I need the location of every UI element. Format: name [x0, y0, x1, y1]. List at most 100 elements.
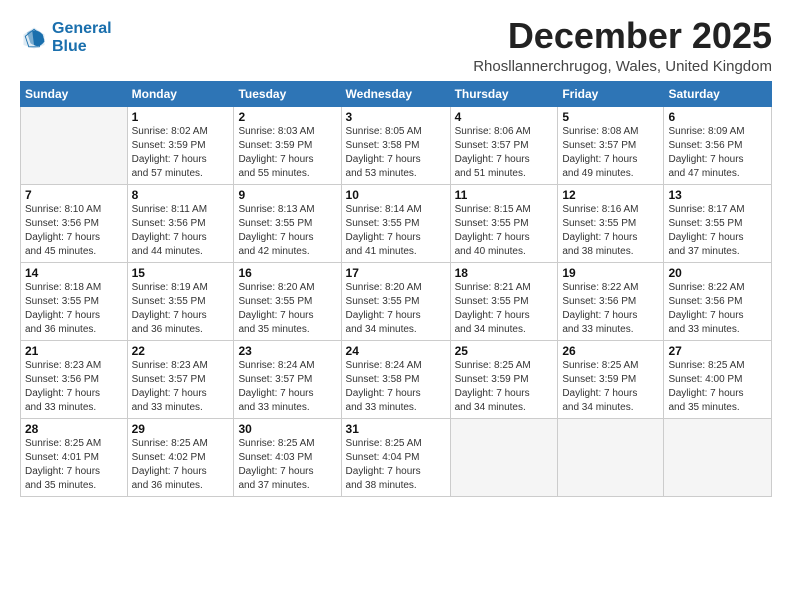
calendar-cell: 7Sunrise: 8:10 AMSunset: 3:56 PMDaylight…	[21, 184, 128, 262]
logo-icon	[20, 24, 48, 52]
calendar-cell: 11Sunrise: 8:15 AMSunset: 3:55 PMDayligh…	[450, 184, 558, 262]
column-header-friday: Friday	[558, 81, 664, 106]
calendar-header-row: SundayMondayTuesdayWednesdayThursdayFrid…	[21, 81, 772, 106]
calendar-cell: 26Sunrise: 8:25 AMSunset: 3:59 PMDayligh…	[558, 340, 664, 418]
calendar-cell: 17Sunrise: 8:20 AMSunset: 3:55 PMDayligh…	[341, 262, 450, 340]
calendar-cell: 25Sunrise: 8:25 AMSunset: 3:59 PMDayligh…	[450, 340, 558, 418]
day-number: 24	[346, 344, 446, 358]
day-info: Sunrise: 8:02 AMSunset: 3:59 PMDaylight:…	[132, 125, 230, 181]
day-number: 18	[455, 266, 554, 280]
column-header-thursday: Thursday	[450, 81, 558, 106]
day-info: Sunrise: 8:18 AMSunset: 3:55 PMDaylight:…	[25, 281, 123, 337]
month-title: December 2025	[473, 16, 772, 56]
day-number: 23	[238, 344, 336, 358]
day-number: 26	[562, 344, 659, 358]
column-header-saturday: Saturday	[664, 81, 772, 106]
day-info: Sunrise: 8:16 AMSunset: 3:55 PMDaylight:…	[562, 203, 659, 259]
calendar-cell: 10Sunrise: 8:14 AMSunset: 3:55 PMDayligh…	[341, 184, 450, 262]
calendar-cell	[558, 418, 664, 496]
calendar-cell: 12Sunrise: 8:16 AMSunset: 3:55 PMDayligh…	[558, 184, 664, 262]
day-info: Sunrise: 8:25 AMSunset: 4:01 PMDaylight:…	[25, 437, 123, 493]
day-info: Sunrise: 8:06 AMSunset: 3:57 PMDaylight:…	[455, 125, 554, 181]
calendar-cell: 30Sunrise: 8:25 AMSunset: 4:03 PMDayligh…	[234, 418, 341, 496]
calendar-cell: 15Sunrise: 8:19 AMSunset: 3:55 PMDayligh…	[127, 262, 234, 340]
day-info: Sunrise: 8:11 AMSunset: 3:56 PMDaylight:…	[132, 203, 230, 259]
week-row-2: 7Sunrise: 8:10 AMSunset: 3:56 PMDaylight…	[21, 184, 772, 262]
column-header-monday: Monday	[127, 81, 234, 106]
day-number: 30	[238, 422, 336, 436]
day-number: 15	[132, 266, 230, 280]
day-info: Sunrise: 8:20 AMSunset: 3:55 PMDaylight:…	[238, 281, 336, 337]
day-info: Sunrise: 8:21 AMSunset: 3:55 PMDaylight:…	[455, 281, 554, 337]
day-info: Sunrise: 8:19 AMSunset: 3:55 PMDaylight:…	[132, 281, 230, 337]
day-info: Sunrise: 8:09 AMSunset: 3:56 PMDaylight:…	[668, 125, 767, 181]
day-number: 31	[346, 422, 446, 436]
calendar-cell: 27Sunrise: 8:25 AMSunset: 4:00 PMDayligh…	[664, 340, 772, 418]
calendar-cell: 29Sunrise: 8:25 AMSunset: 4:02 PMDayligh…	[127, 418, 234, 496]
day-number: 1	[132, 110, 230, 124]
day-info: Sunrise: 8:25 AMSunset: 4:02 PMDaylight:…	[132, 437, 230, 493]
calendar-cell: 24Sunrise: 8:24 AMSunset: 3:58 PMDayligh…	[341, 340, 450, 418]
day-info: Sunrise: 8:17 AMSunset: 3:55 PMDaylight:…	[668, 203, 767, 259]
week-row-3: 14Sunrise: 8:18 AMSunset: 3:55 PMDayligh…	[21, 262, 772, 340]
calendar-cell: 19Sunrise: 8:22 AMSunset: 3:56 PMDayligh…	[558, 262, 664, 340]
day-number: 14	[25, 266, 123, 280]
day-number: 22	[132, 344, 230, 358]
day-info: Sunrise: 8:13 AMSunset: 3:55 PMDaylight:…	[238, 203, 336, 259]
day-info: Sunrise: 8:08 AMSunset: 3:57 PMDaylight:…	[562, 125, 659, 181]
day-info: Sunrise: 8:15 AMSunset: 3:55 PMDaylight:…	[455, 203, 554, 259]
day-number: 20	[668, 266, 767, 280]
calendar-cell: 22Sunrise: 8:23 AMSunset: 3:57 PMDayligh…	[127, 340, 234, 418]
calendar-cell: 2Sunrise: 8:03 AMSunset: 3:59 PMDaylight…	[234, 106, 341, 184]
calendar-cell: 5Sunrise: 8:08 AMSunset: 3:57 PMDaylight…	[558, 106, 664, 184]
page: General Blue December 2025 Rhosllannerch…	[0, 0, 792, 612]
day-number: 13	[668, 188, 767, 202]
calendar-cell: 16Sunrise: 8:20 AMSunset: 3:55 PMDayligh…	[234, 262, 341, 340]
calendar-cell: 4Sunrise: 8:06 AMSunset: 3:57 PMDaylight…	[450, 106, 558, 184]
calendar-cell: 8Sunrise: 8:11 AMSunset: 3:56 PMDaylight…	[127, 184, 234, 262]
calendar-cell: 3Sunrise: 8:05 AMSunset: 3:58 PMDaylight…	[341, 106, 450, 184]
header: General Blue December 2025 Rhosllannerch…	[20, 16, 772, 75]
day-number: 6	[668, 110, 767, 124]
calendar-cell: 31Sunrise: 8:25 AMSunset: 4:04 PMDayligh…	[341, 418, 450, 496]
day-info: Sunrise: 8:25 AMSunset: 4:04 PMDaylight:…	[346, 437, 446, 493]
location: Rhosllannerchrugog, Wales, United Kingdo…	[473, 58, 772, 75]
column-header-sunday: Sunday	[21, 81, 128, 106]
day-number: 8	[132, 188, 230, 202]
day-number: 19	[562, 266, 659, 280]
day-number: 2	[238, 110, 336, 124]
calendar-cell: 9Sunrise: 8:13 AMSunset: 3:55 PMDaylight…	[234, 184, 341, 262]
day-info: Sunrise: 8:23 AMSunset: 3:56 PMDaylight:…	[25, 359, 123, 415]
day-number: 10	[346, 188, 446, 202]
day-number: 29	[132, 422, 230, 436]
day-info: Sunrise: 8:03 AMSunset: 3:59 PMDaylight:…	[238, 125, 336, 181]
day-info: Sunrise: 8:25 AMSunset: 4:03 PMDaylight:…	[238, 437, 336, 493]
day-info: Sunrise: 8:25 AMSunset: 4:00 PMDaylight:…	[668, 359, 767, 415]
calendar-cell: 6Sunrise: 8:09 AMSunset: 3:56 PMDaylight…	[664, 106, 772, 184]
day-info: Sunrise: 8:10 AMSunset: 3:56 PMDaylight:…	[25, 203, 123, 259]
day-info: Sunrise: 8:25 AMSunset: 3:59 PMDaylight:…	[455, 359, 554, 415]
title-section: December 2025 Rhosllannerchrugog, Wales,…	[473, 16, 772, 75]
day-number: 27	[668, 344, 767, 358]
column-header-tuesday: Tuesday	[234, 81, 341, 106]
day-number: 21	[25, 344, 123, 358]
calendar-cell: 21Sunrise: 8:23 AMSunset: 3:56 PMDayligh…	[21, 340, 128, 418]
day-number: 5	[562, 110, 659, 124]
day-number: 9	[238, 188, 336, 202]
calendar-cell	[450, 418, 558, 496]
logo-text: General Blue	[52, 20, 112, 57]
calendar-cell: 20Sunrise: 8:22 AMSunset: 3:56 PMDayligh…	[664, 262, 772, 340]
day-number: 7	[25, 188, 123, 202]
day-info: Sunrise: 8:22 AMSunset: 3:56 PMDaylight:…	[668, 281, 767, 337]
day-number: 3	[346, 110, 446, 124]
logo: General Blue	[20, 20, 112, 57]
calendar-table: SundayMondayTuesdayWednesdayThursdayFrid…	[20, 81, 772, 497]
day-info: Sunrise: 8:22 AMSunset: 3:56 PMDaylight:…	[562, 281, 659, 337]
calendar-cell: 23Sunrise: 8:24 AMSunset: 3:57 PMDayligh…	[234, 340, 341, 418]
day-number: 11	[455, 188, 554, 202]
calendar-cell	[664, 418, 772, 496]
day-info: Sunrise: 8:14 AMSunset: 3:55 PMDaylight:…	[346, 203, 446, 259]
day-number: 4	[455, 110, 554, 124]
day-number: 17	[346, 266, 446, 280]
calendar-cell: 18Sunrise: 8:21 AMSunset: 3:55 PMDayligh…	[450, 262, 558, 340]
